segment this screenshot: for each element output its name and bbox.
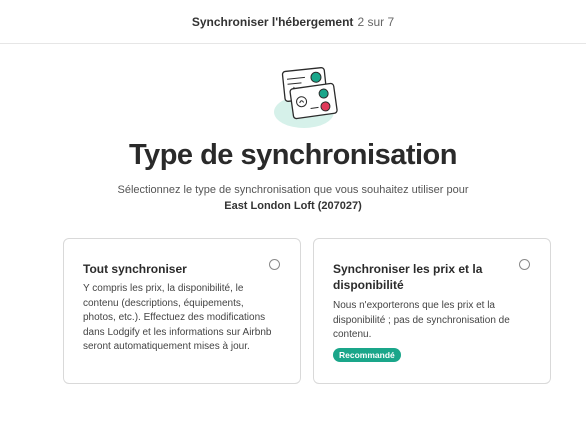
option-description: Y compris les prix, la disponibilité, le…	[83, 283, 272, 352]
recommended-badge: Recommandé	[333, 348, 401, 362]
listing-name: East London Loft (207027)	[224, 200, 362, 212]
sync-cards-illustration	[274, 67, 338, 128]
option-title: Synchroniser les prix et la disponibilit…	[333, 262, 483, 292]
page-title: Type de synchronisation	[129, 139, 457, 171]
option-title: Tout synchroniser	[83, 262, 187, 276]
step-title: Synchroniser l'hébergement	[191, 14, 354, 29]
option-description: Nous n'exporterons que les prix et la di…	[333, 300, 510, 340]
step-count: 2 sur 7	[357, 14, 395, 29]
header-bar: Synchroniser l'hébergement 2 sur 7	[0, 0, 586, 44]
page-subtitle: Sélectionnez le type de synchronisation …	[0, 182, 586, 214]
front-card-icon	[289, 82, 338, 120]
option-card-sync-prices[interactable]: Synchroniser les prix et la disponibilit…	[313, 238, 551, 384]
option-card-sync-all[interactable]: Tout synchroniser Y compris les prix, la…	[63, 238, 301, 384]
option-radio-sync-prices[interactable]	[519, 259, 530, 270]
subtitle-text: Sélectionnez le type de synchronisation …	[117, 184, 469, 196]
option-radio-sync-all[interactable]	[269, 259, 280, 270]
